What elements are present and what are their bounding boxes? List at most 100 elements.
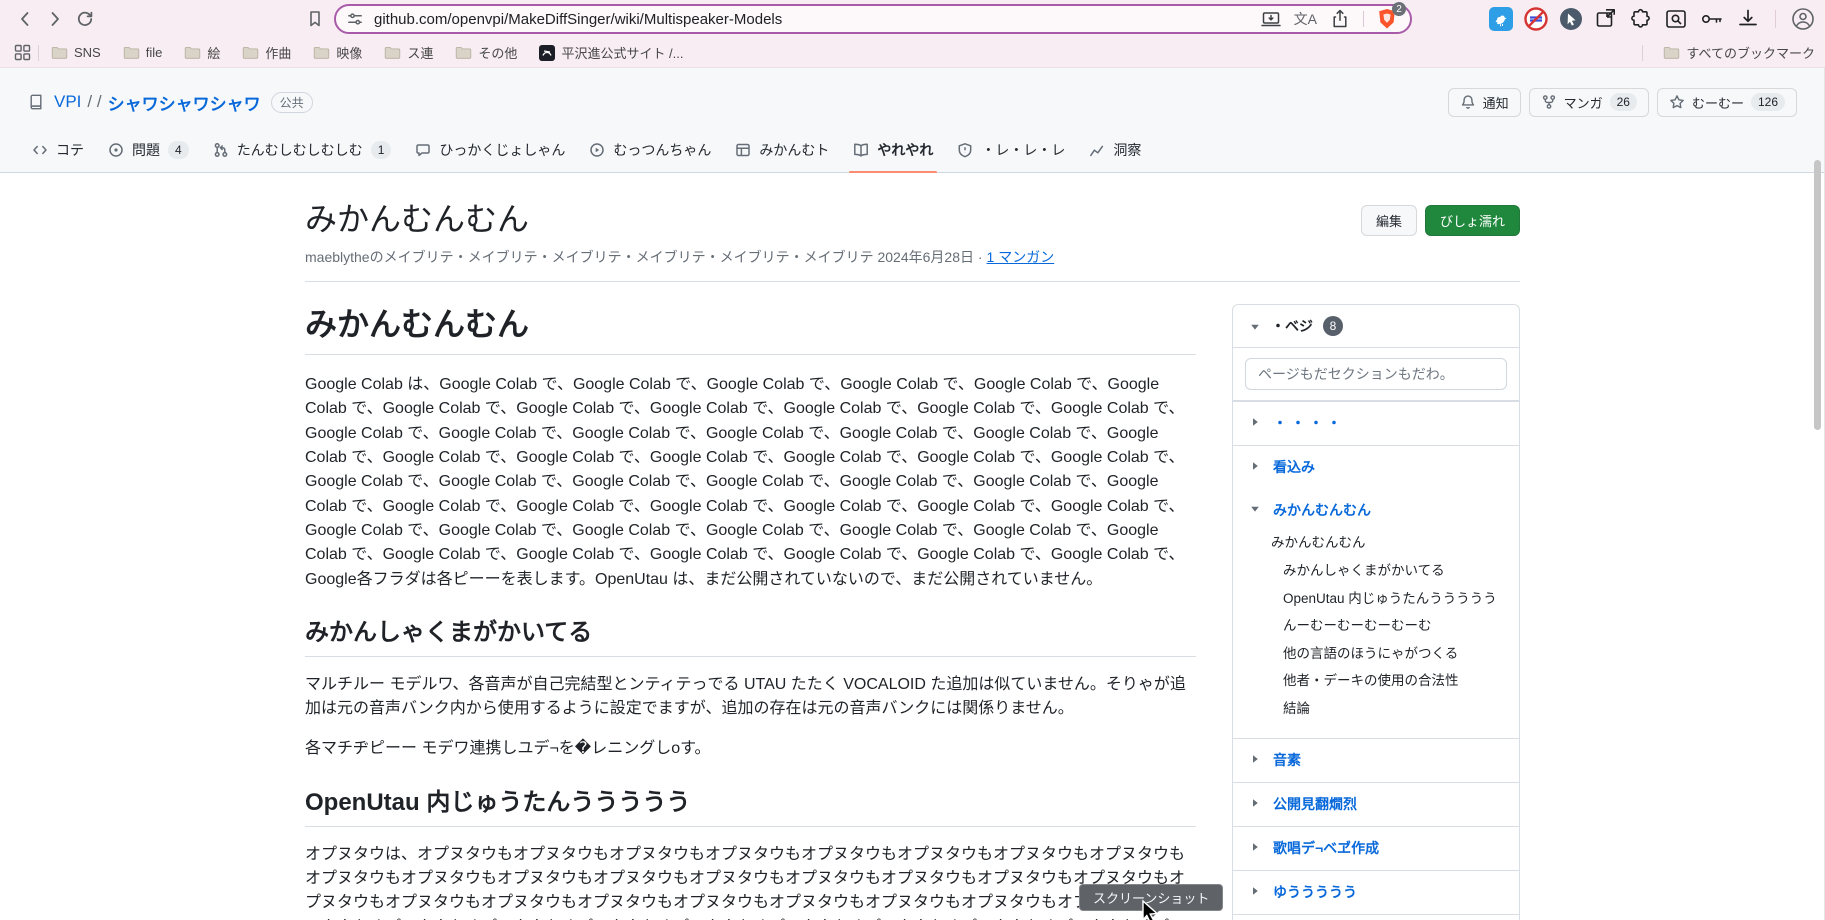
downloads-icon[interactable] [1736, 7, 1760, 31]
all-bookmarks-label: すべてのブックマーク [1686, 43, 1815, 62]
sidebar-page-link[interactable]: 歌唱デ¬ベヹ作成 [1273, 840, 1379, 857]
sidebar-page-outsu[interactable]: オウツ [1233, 914, 1519, 920]
browser-toolbar: github.com/openvpi/MakeDiffSinger/wiki/M… [0, 0, 1825, 38]
toc-item[interactable]: 他者・デーキの使用の合法性 [1283, 671, 1505, 691]
window-search-icon[interactable] [1664, 7, 1688, 31]
url-text[interactable]: github.com/openvpi/MakeDiffSinger/wiki/M… [374, 11, 782, 28]
repo-name-link[interactable]: シャワシャワシャワ [108, 90, 261, 115]
sidebar-page-link[interactable]: 音素 [1273, 752, 1301, 769]
back-button[interactable] [10, 4, 40, 34]
send-to-device-icon[interactable] [1260, 8, 1282, 30]
tab-insights[interactable]: 洞察 [1077, 130, 1153, 172]
tune-icon [346, 10, 364, 28]
bookmark-folder-sns[interactable]: SNS [51, 45, 101, 60]
toc-item[interactable]: んーむーむーむーむーむ [1283, 616, 1505, 636]
sidebar-page-link[interactable]: 公開見翻燗烈 [1273, 796, 1357, 813]
cursor-extension-icon[interactable] [1559, 7, 1583, 31]
sidebar-page-current[interactable]: みかんむんむん [1233, 489, 1519, 532]
sidebar-page-link[interactable]: みかんむんむん [1273, 502, 1371, 519]
share-icon[interactable] [1329, 8, 1351, 30]
revisions-link[interactable]: 1 マンガン [987, 249, 1055, 265]
brave-shield-button[interactable]: 2 [1376, 7, 1400, 31]
code-icon [32, 142, 48, 158]
bookmark-site-hirasawa[interactable]: 平沢進公式サイト /... [539, 43, 683, 62]
spam-blocker-icon[interactable] [1524, 7, 1548, 31]
bird-extension-icon[interactable] [1489, 7, 1513, 31]
bookmark-folder-suren[interactable]: ス連 [384, 43, 433, 62]
bookmark-folder-video[interactable]: 映像 [313, 43, 362, 62]
translate-icon[interactable]: 文A [1294, 12, 1317, 26]
tab-actions[interactable]: むっつんちゃん [577, 130, 723, 172]
notifications-button[interactable]: 通知 [1448, 88, 1521, 117]
bookmark-page-button[interactable] [300, 4, 330, 34]
tab-projects[interactable]: みかんむト [723, 130, 841, 172]
bookmark-folder-label: 作曲 [265, 43, 291, 62]
address-bar[interactable]: github.com/openvpi/MakeDiffSinger/wiki/M… [334, 4, 1412, 34]
tab-issues[interactable]: 問題 4 [96, 130, 201, 172]
toc-item[interactable]: みかんむんむん [1271, 533, 1505, 553]
byline-text: maeblytheのメイブリテ・メイブリテ・メイブリテ・メイブリテ・メイブリテ・… [305, 249, 983, 265]
table-icon [735, 142, 751, 158]
sidebar-page-koukai[interactable]: 公開見翻燗烈 [1233, 782, 1519, 826]
scrollbar-thumb[interactable] [1814, 160, 1821, 430]
puzzle-extensions-icon[interactable] [1629, 7, 1653, 31]
all-bookmarks-folder[interactable]: すべてのブックマーク [1663, 43, 1815, 62]
apps-grid-icon [14, 44, 31, 61]
password-key-icon[interactable] [1699, 7, 1725, 31]
visibility-badge: 公共 [271, 92, 313, 113]
page-title: みかんむんむん [305, 199, 1054, 239]
folder-icon [1663, 45, 1680, 60]
new-page-button[interactable]: びしょ濡れ [1425, 205, 1520, 236]
sidebar-page-link[interactable]: 看込み [1273, 459, 1315, 476]
toc-item[interactable]: OpenUtau 内じゅうたんううううう [1283, 589, 1505, 609]
tab-pull-requests[interactable]: たんむしむしむしむ 1 [201, 130, 404, 172]
bookmark-folder-file[interactable]: file [123, 45, 163, 60]
screenshot-extension-icon[interactable] [1594, 7, 1618, 31]
bookmark-folder-other[interactable]: その他 [455, 43, 517, 62]
bookmark-folder-compose[interactable]: 作曲 [242, 43, 291, 62]
bookmark-flag-icon [305, 9, 325, 29]
folder-icon [242, 45, 259, 60]
sidebar-pages-header[interactable]: ・ベジ 8 [1233, 305, 1519, 348]
repo-slashes: / / [87, 92, 101, 112]
star-count: 126 [1751, 93, 1785, 111]
wiki-sidebar: ・ベジ 8 ・・・・ 看込み みかんむんむん みかんむんむん [1232, 304, 1520, 920]
bookmark-site-label: 平沢進公式サイト /... [561, 43, 683, 62]
article-paragraph: 各マチヂピーー モデワ連携しユデ¬を�レニングしoす。 [305, 737, 1196, 761]
sidebar-page-link[interactable]: ・・・・ [1273, 415, 1345, 432]
tab-discussions[interactable]: ひっかくじょしゃん [403, 130, 577, 172]
tab-label: ひっかくじょしゃん [439, 140, 565, 160]
tab-wiki[interactable]: やれやれ [841, 130, 945, 172]
sidebar-page-link[interactable]: ゆううううう [1273, 884, 1357, 901]
edit-button[interactable]: 編集 [1361, 205, 1417, 236]
shield-badge: 2 [1392, 2, 1406, 16]
tab-code[interactable]: コテ [20, 130, 96, 172]
sidebar-page-mikomi[interactable]: 看込み [1233, 445, 1519, 489]
forward-button[interactable] [40, 4, 70, 34]
folder-icon [123, 45, 140, 60]
sidebar-page-kashou[interactable]: 歌唱デ¬ベヹ作成 [1233, 826, 1519, 870]
profile-avatar[interactable] [1791, 7, 1815, 31]
toc-item[interactable]: 結論 [1283, 699, 1505, 719]
chevron-right-icon [1249, 841, 1261, 853]
pull-requests-count: 1 [371, 141, 392, 159]
fork-button[interactable]: マンガ 26 [1529, 88, 1649, 117]
reload-icon [75, 9, 95, 29]
sidebar-page-dots[interactable]: ・・・・ [1233, 401, 1519, 445]
bookmark-folder-art[interactable]: 絵 [184, 43, 220, 62]
star-button[interactable]: むーむー 126 [1657, 88, 1797, 117]
apps-grid-button[interactable] [10, 41, 34, 65]
discussion-icon [415, 142, 431, 158]
article-h1: みかんむんむん [305, 304, 1196, 355]
sidebar-search-input[interactable] [1245, 358, 1507, 390]
reload-button[interactable] [70, 4, 100, 34]
tab-security[interactable]: ・レ・レ・レ [945, 130, 1077, 172]
site-favicon [539, 45, 555, 61]
toc-item[interactable]: 他の言語のほうにゃがつくる [1283, 644, 1505, 664]
sidebar-page-yuu[interactable]: ゆううううう [1233, 870, 1519, 914]
repo-owner-link[interactable]: VPI [54, 92, 81, 112]
folder-icon [384, 45, 401, 60]
sidebar-page-onso[interactable]: 音素 [1233, 738, 1519, 782]
bookmark-folder-label: 絵 [207, 43, 220, 62]
toc-item[interactable]: みかんしゃくまがかいてる [1283, 561, 1505, 581]
